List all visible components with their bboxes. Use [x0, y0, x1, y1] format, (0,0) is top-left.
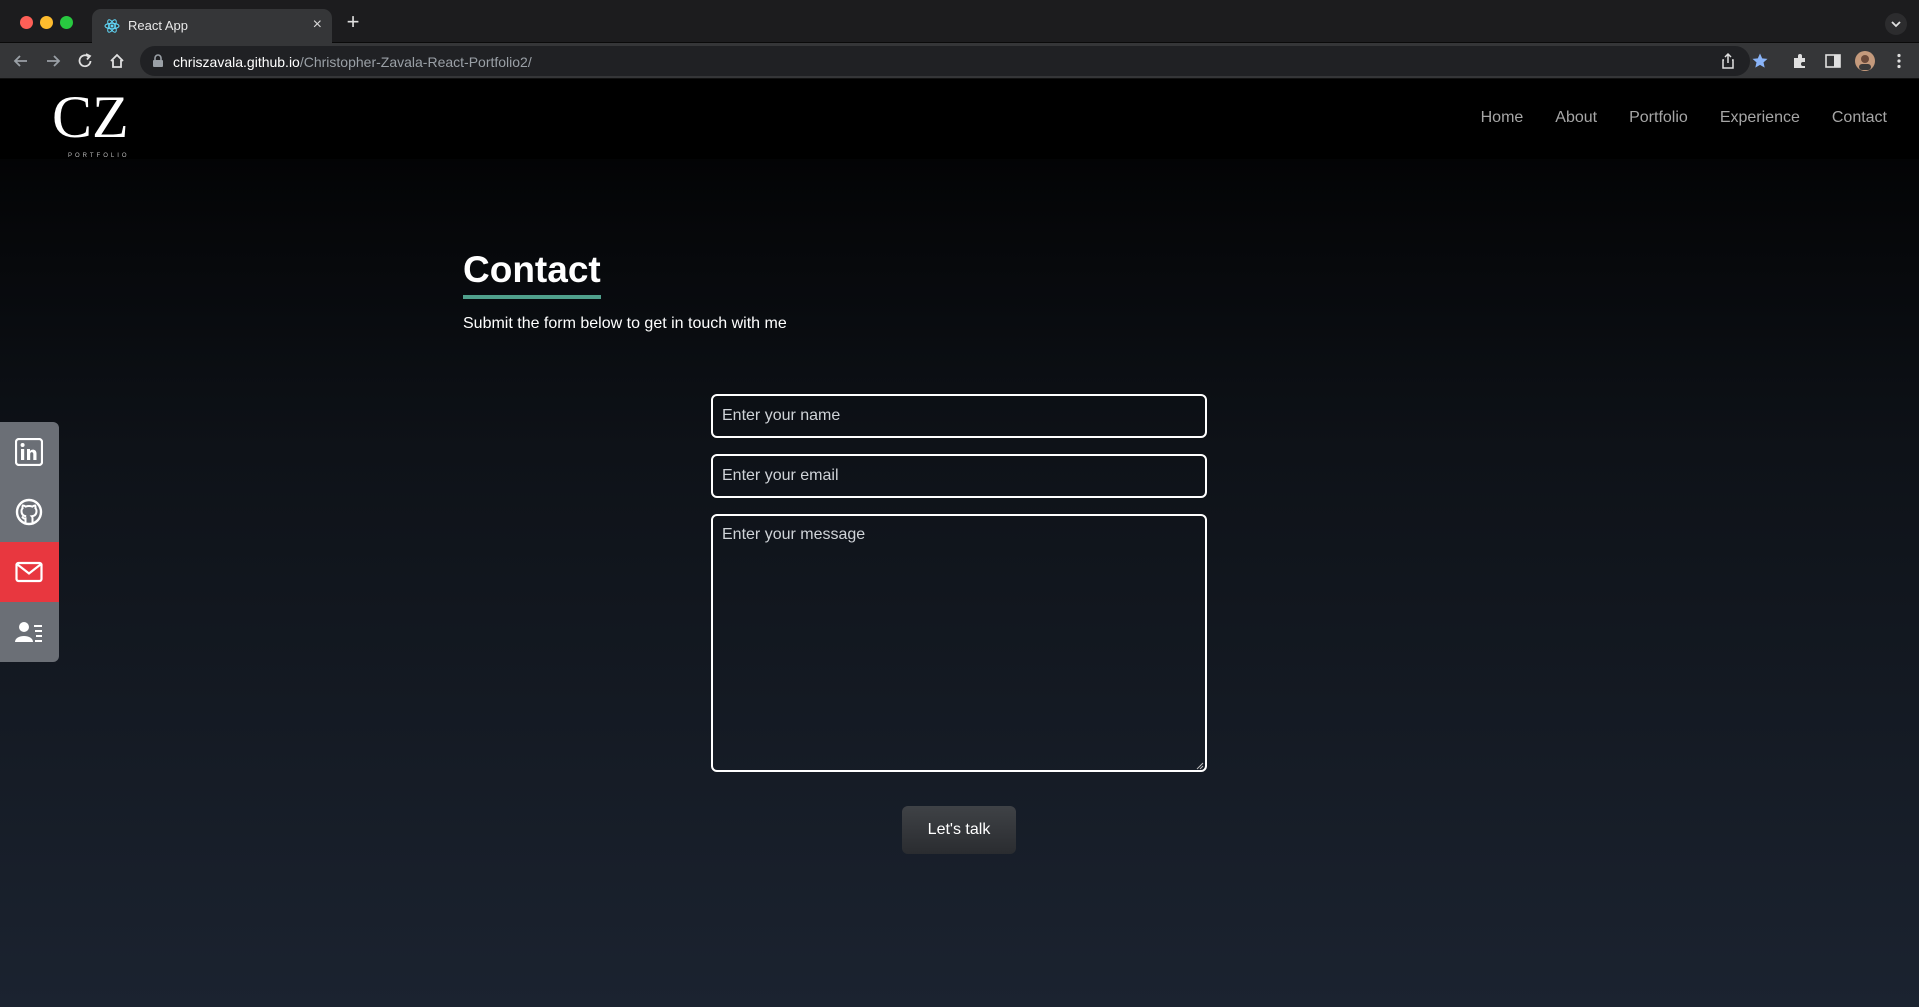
- react-icon: [104, 19, 120, 33]
- message-field[interactable]: [711, 514, 1207, 772]
- github-link[interactable]: [0, 482, 59, 542]
- nav-links: Home About Portfolio Experience Contact: [1481, 109, 1887, 127]
- tab-title: React App: [128, 18, 188, 33]
- more-menu-icon[interactable]: [1890, 52, 1908, 70]
- logo-text: CZ: [52, 84, 129, 150]
- cz-logo[interactable]: CZ PORTFOLIO: [52, 83, 138, 159]
- browser-toolbar: chriszavala.github.io/Christopher-Zavala…: [0, 43, 1919, 79]
- maximize-window-button[interactable]: [60, 16, 73, 29]
- contact-subtitle: Submit the form below to get in touch wi…: [463, 315, 787, 332]
- tab-close-icon[interactable]: ×: [313, 16, 322, 34]
- nav-link-contact[interactable]: Contact: [1832, 109, 1887, 127]
- nav-link-experience[interactable]: Experience: [1720, 109, 1800, 127]
- lock-icon: [153, 54, 163, 67]
- nav-link-about[interactable]: About: [1555, 109, 1597, 127]
- linkedin-icon: [15, 438, 43, 466]
- close-window-button[interactable]: [20, 16, 33, 29]
- nav-link-home[interactable]: Home: [1481, 109, 1524, 127]
- navbar: CZ PORTFOLIO Home About Portfolio Experi…: [0, 79, 1919, 159]
- nav-link-portfolio[interactable]: Portfolio: [1629, 109, 1688, 127]
- side-panel-icon[interactable]: [1824, 52, 1842, 70]
- mail-icon: [15, 561, 43, 583]
- url-path: /Christopher-Zavala-React-Portfolio2/: [299, 54, 532, 70]
- linkedin-link[interactable]: [0, 422, 59, 482]
- address-bar[interactable]: chriszavala.github.io/Christopher-Zavala…: [140, 46, 1750, 76]
- social-sidebar: [0, 422, 59, 662]
- back-icon[interactable]: [12, 52, 30, 70]
- url-host: chriszavala.github.io: [173, 54, 300, 70]
- browser-tab[interactable]: React App ×: [92, 9, 332, 43]
- browser-titlebar: React App × +: [0, 0, 1919, 43]
- page-title: Contact: [463, 249, 601, 299]
- page: CZ PORTFOLIO Home About Portfolio Experi…: [0, 79, 1919, 1007]
- chevron-down-icon: [1891, 21, 1901, 28]
- name-field[interactable]: [711, 394, 1207, 438]
- new-tab-button[interactable]: +: [343, 11, 363, 33]
- resume-icon: [15, 622, 42, 642]
- resume-link[interactable]: [0, 602, 59, 662]
- email-field[interactable]: [711, 454, 1207, 498]
- lets-talk-button[interactable]: Let's talk: [902, 806, 1016, 854]
- github-icon: [15, 498, 43, 526]
- extensions-icon[interactable]: [1791, 52, 1809, 70]
- reload-icon[interactable]: [76, 52, 94, 70]
- share-icon[interactable]: [1719, 52, 1737, 70]
- logo-subtext: PORTFOLIO: [68, 153, 130, 159]
- home-icon[interactable]: [108, 52, 126, 70]
- tab-search-button[interactable]: [1885, 13, 1907, 35]
- resize-handle-icon[interactable]: [1196, 762, 1204, 770]
- url-text: chriszavala.github.io/Christopher-Zavala…: [173, 54, 532, 70]
- forward-icon[interactable]: [44, 52, 62, 70]
- email-link[interactable]: [0, 542, 59, 602]
- minimize-window-button[interactable]: [40, 16, 53, 29]
- bookmark-star-icon[interactable]: [1751, 52, 1769, 70]
- profile-avatar-icon[interactable]: [1855, 51, 1875, 71]
